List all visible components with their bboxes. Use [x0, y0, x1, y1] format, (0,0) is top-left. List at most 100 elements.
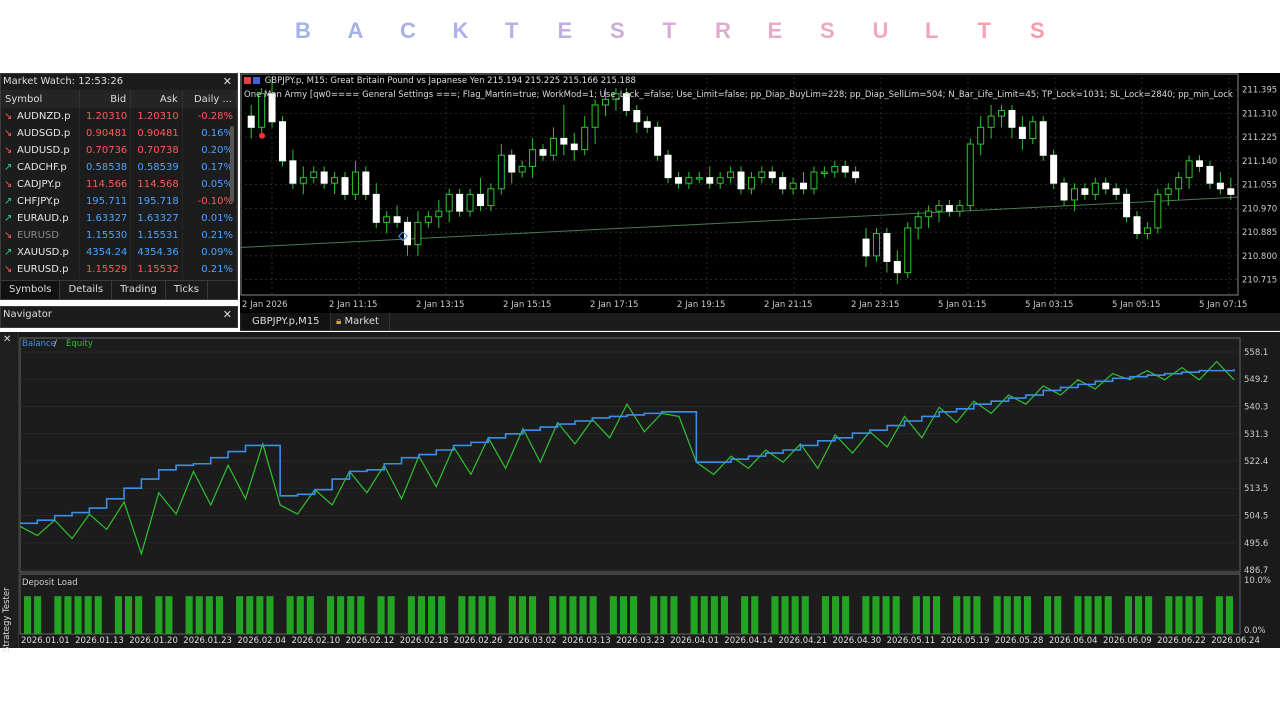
date-axis-label: 2026.06.22 — [1157, 636, 1206, 646]
deposit-load-bar — [771, 596, 779, 634]
candle-body — [1227, 188, 1235, 195]
candle-body — [435, 210, 443, 218]
candle-body — [310, 171, 318, 179]
candle-body — [351, 171, 359, 195]
table-row[interactable]: ↘ AUDNZD.p 1.20310 1.20310 -0.28% — [1, 108, 238, 125]
balance-equity-chart[interactable]: 558.1 549.2 540.3 531.3 522.4 513.5 504.5 495.6… — [0, 332, 1280, 648]
ask-value: 4354.36 — [130, 244, 183, 261]
bid-value: 1.15529 — [79, 261, 132, 278]
daily-change: 0.21% — [182, 227, 238, 244]
candle-body — [883, 233, 891, 262]
table-row[interactable]: ↘ EURUSD 1.15530 1.15531 0.21% — [1, 227, 238, 244]
symbol-name: XAUUSD.p — [17, 247, 69, 258]
date-axis-label: 2026.02.12 — [346, 636, 395, 646]
candle-body — [466, 193, 474, 212]
daily-change: 0.20% — [182, 142, 238, 159]
candle-body — [414, 221, 422, 246]
price-chart-canvas[interactable]: 211.395 211.310 211.225 211.140 211.055 210.9… — [240, 73, 1280, 313]
deposit-load-bar — [791, 596, 799, 634]
table-row[interactable]: ↗ EURAUD.p 1.63327 1.63327 0.01% — [1, 210, 238, 227]
tab-market[interactable]: 🔒︎ Market — [326, 313, 390, 330]
candle-body — [831, 165, 839, 173]
table-row[interactable]: ↘ CADJPY.p 114.566 114.568 0.05% — [1, 176, 238, 193]
deposit-load-bar — [135, 596, 143, 634]
daily-change: 0.17% — [182, 159, 238, 176]
deposit-load-bar — [1023, 596, 1031, 634]
price-chart[interactable]: 211.395 211.310 211.225 211.140 211.055 210.9… — [240, 73, 1280, 313]
close-icon[interactable]: ✕ — [223, 74, 232, 90]
candle-body — [727, 171, 735, 179]
candle-body — [1091, 182, 1099, 195]
candle-body — [977, 126, 985, 145]
candle-body — [508, 154, 516, 173]
deposit-load-bar — [357, 596, 365, 634]
candle-body — [925, 210, 933, 218]
column-header[interactable]: Symbol — [1, 90, 80, 108]
scrollbar-thumb[interactable] — [230, 126, 234, 202]
date-axis-label: 2026.06.24 — [1211, 636, 1260, 646]
tab-gbpjpy-m15[interactable]: GBPJPY.p,M15 — [242, 313, 331, 330]
table-row[interactable]: ↗ CHFJPY.p 195.711 195.718 -0.10% — [1, 193, 238, 210]
deposit-load-bar — [579, 596, 587, 634]
title-letter: T — [977, 18, 991, 43]
candle-body — [998, 110, 1006, 117]
candle-body — [893, 260, 901, 274]
deposit-load-bar — [660, 596, 668, 634]
arrow-down-icon: ↘ — [4, 230, 13, 241]
table-row[interactable]: ↗ CADCHF.p 0.58538 0.58539 0.17% — [1, 159, 238, 176]
tab-details[interactable]: Details — [60, 281, 113, 299]
close-icon[interactable]: ✕ — [223, 307, 232, 323]
candle-body — [1102, 182, 1110, 190]
candle-body — [841, 165, 849, 173]
deposit-load-bar — [1225, 596, 1233, 634]
tab-trading[interactable]: Trading — [112, 281, 166, 299]
table-row[interactable]: ↗ XAUUSD.p 4354.24 4354.36 0.09% — [1, 244, 238, 261]
deposit-load-bar — [1165, 596, 1173, 634]
deposit-load-bar — [337, 596, 345, 634]
deposit-load-bar — [64, 596, 72, 634]
deposit-load-bar — [529, 596, 537, 634]
deposit-load-bar — [630, 596, 638, 634]
candle-body — [570, 143, 578, 151]
ask-value: 1.20310 — [130, 108, 183, 125]
title-letter: E — [557, 18, 573, 43]
tab-ticks[interactable]: Ticks — [166, 281, 208, 299]
table-row[interactable]: ↘ AUDSGD.p 0.90481 0.90481 0.16% — [1, 125, 238, 142]
deposit-load-bar — [438, 596, 446, 634]
time-axis-label: 2 Jan 21:15 — [764, 300, 812, 310]
symbol-name: AUDNZD.p — [17, 111, 71, 122]
chart-window-icon — [253, 77, 260, 84]
deposit-load-bar — [650, 596, 658, 634]
candle-body — [674, 177, 682, 184]
ask-value: 1.15531 — [130, 227, 183, 244]
symbol-name: CADCHF.p — [17, 162, 67, 173]
daily-change: 0.09% — [182, 244, 238, 261]
candle-body — [424, 216, 432, 223]
bid-value: 4354.24 — [79, 244, 132, 261]
candle-body — [904, 227, 912, 274]
tab-symbols[interactable]: Symbols — [1, 281, 61, 299]
candle-body — [758, 171, 766, 179]
table-row[interactable]: ↘ AUDUSD.p 0.70736 0.70738 0.20% — [1, 142, 238, 159]
deposit-load-bar — [1104, 596, 1112, 634]
column-header[interactable]: Bid — [79, 90, 132, 108]
title-letter: E — [767, 18, 783, 43]
candle-body — [383, 216, 391, 223]
deposit-load-bar — [1013, 596, 1021, 634]
arrow-down-icon: ↘ — [4, 128, 13, 139]
ask-value: 1.63327 — [130, 210, 183, 227]
balance-axis-label: 522.4 — [1244, 457, 1268, 467]
chart-tabs: GBPJPY.p,M15 🔒︎ Market — [240, 313, 1280, 331]
deposit-load-bar — [973, 596, 981, 634]
navigator-title: Navigator — [3, 309, 52, 320]
column-header[interactable]: Daily ... — [182, 90, 238, 108]
column-header[interactable]: Ask — [130, 90, 183, 108]
ask-value: 195.718 — [130, 193, 183, 210]
daily-change: 0.01% — [182, 210, 238, 227]
table-row[interactable]: ↘ EURUSD.p 1.15529 1.15532 0.21% — [1, 261, 238, 278]
price-axis-label: 210.800 — [1242, 252, 1277, 262]
date-axis-label: 2026.05.11 — [887, 636, 936, 646]
price-axis-label: 210.970 — [1242, 204, 1277, 214]
date-axis-label: 2026.02.26 — [454, 636, 503, 646]
deposit-load-bar — [559, 596, 567, 634]
